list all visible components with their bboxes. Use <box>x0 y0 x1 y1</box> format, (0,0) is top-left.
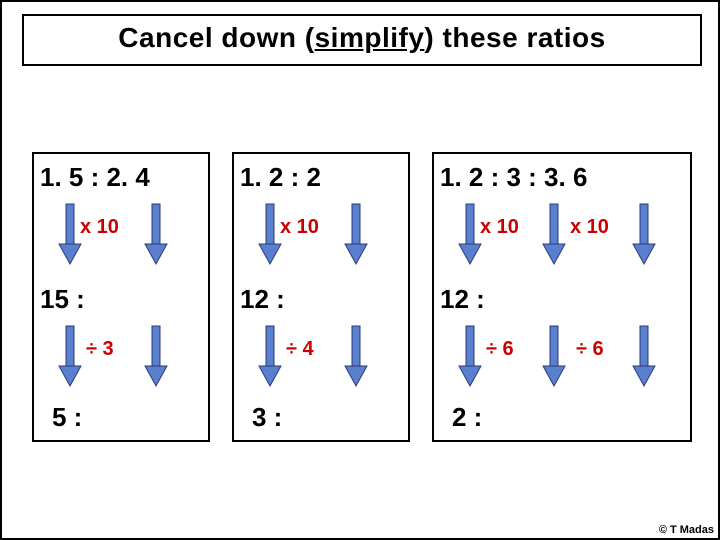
arrow-down-icon <box>632 204 656 274</box>
panel-2: 1. 2 : 2 x 10 12 : ÷ 4 3 : <box>232 152 410 442</box>
arrow-down-icon <box>542 204 566 274</box>
p2-ratio-top: 1. 2 : 2 <box>240 162 321 193</box>
credit-text: © T Madas <box>659 524 714 536</box>
p3-ratio-top: 1. 2 : 3 : 3. 6 <box>440 162 587 193</box>
p3-ratio-mid: 12 : <box>440 284 485 315</box>
arrow-down-icon <box>458 204 482 274</box>
p3-op1a: x 10 <box>480 216 519 239</box>
p1-op2: ÷ 3 <box>86 338 114 361</box>
arrow-down-icon <box>258 326 282 396</box>
title-underline: simplify <box>315 22 425 53</box>
title-pre: Cancel down <box>118 22 304 53</box>
p2-op1: x 10 <box>280 216 319 239</box>
p1-ratio-bot: 5 : <box>52 402 82 433</box>
arrow-down-icon <box>542 326 566 396</box>
p2-ratio-mid: 12 : <box>240 284 285 315</box>
p2-op2: ÷ 4 <box>286 338 314 361</box>
paren-close: ) <box>424 22 434 53</box>
p1-ratio-mid: 15 : <box>40 284 85 315</box>
paren-open: ( <box>305 22 315 53</box>
arrow-down-icon <box>144 326 168 396</box>
panel-1: 1. 5 : 2. 4 x 10 15 : ÷ 3 5 : <box>32 152 210 442</box>
p3-op1b: x 10 <box>570 216 609 239</box>
panel-3: 1. 2 : 3 : 3. 6 x 10 x 10 12 : ÷ 6 ÷ 6 2… <box>432 152 692 442</box>
arrow-down-icon <box>344 326 368 396</box>
p1-op1: x 10 <box>80 216 119 239</box>
title-post: these ratios <box>434 22 605 53</box>
title-box: Cancel down (simplify) these ratios <box>22 14 702 66</box>
p2-ratio-bot: 3 : <box>252 402 282 433</box>
p3-op2a: ÷ 6 <box>486 338 514 361</box>
arrow-down-icon <box>632 326 656 396</box>
p3-op2b: ÷ 6 <box>576 338 604 361</box>
arrow-down-icon <box>144 204 168 274</box>
arrow-down-icon <box>458 326 482 396</box>
p1-ratio-top: 1. 5 : 2. 4 <box>40 162 150 193</box>
arrow-down-icon <box>344 204 368 274</box>
arrow-down-icon <box>58 204 82 274</box>
p3-ratio-bot: 2 : <box>452 402 482 433</box>
arrow-down-icon <box>58 326 82 396</box>
arrow-down-icon <box>258 204 282 274</box>
